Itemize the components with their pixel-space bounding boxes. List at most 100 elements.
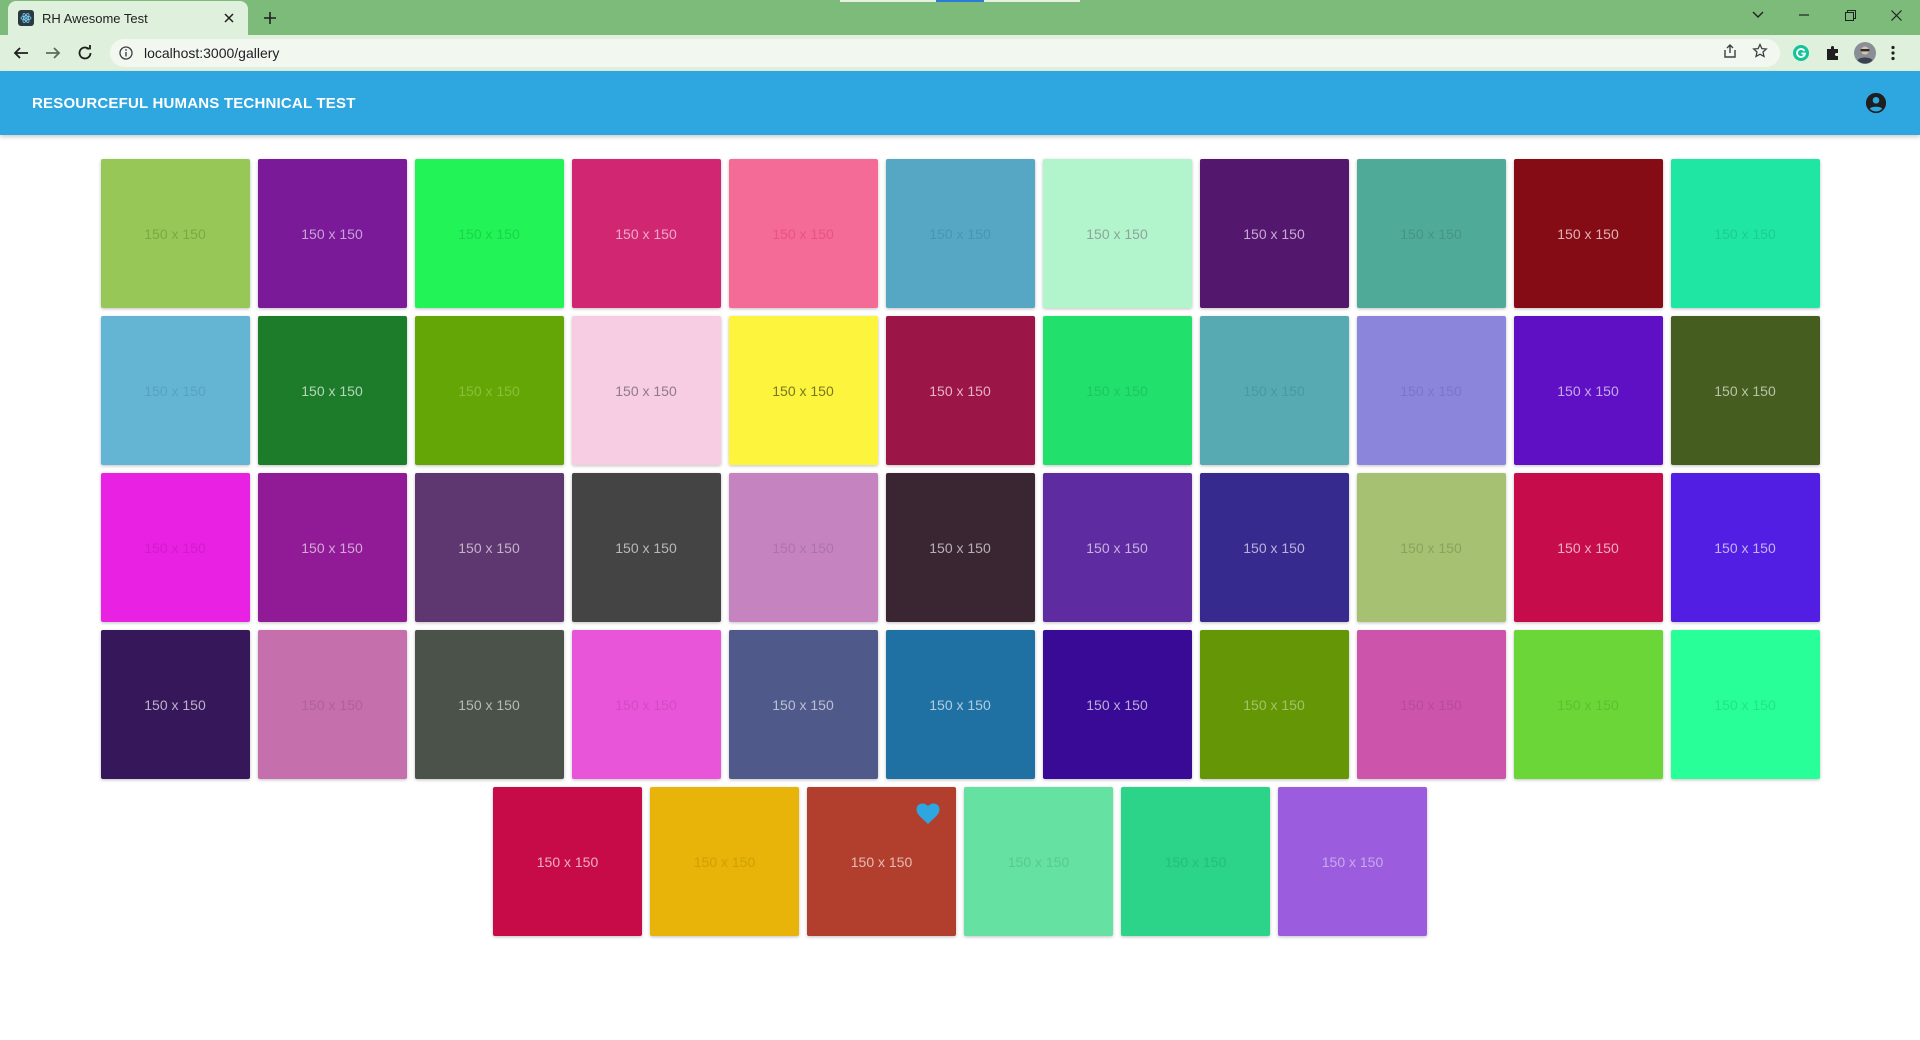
gallery-image-tile[interactable]: 150 x 150 (1513, 159, 1663, 308)
gallery-image-tile[interactable]: 150 x 150 (1042, 630, 1192, 779)
gallery-image-tile[interactable]: 150 x 150 (257, 316, 407, 465)
gallery-image-tile[interactable]: 150 x 150 (257, 159, 407, 308)
forward-arrow-icon[interactable] (40, 40, 66, 66)
close-window-icon[interactable] (1873, 0, 1919, 30)
gallery-image-tile[interactable]: 150 x 150 (100, 473, 250, 622)
gallery-image-tile[interactable]: 150 x 150 (1513, 630, 1663, 779)
account-circle-icon[interactable] (1862, 89, 1890, 117)
gallery-image-tile[interactable]: 150 x 150 (1042, 159, 1192, 308)
image-placeholder-label: 150 x 150 (929, 382, 991, 399)
tab-search-chevron-down-icon[interactable] (1735, 0, 1781, 30)
gallery-image-tile[interactable]: 150 x 150 (1121, 787, 1270, 936)
gallery-image-tile[interactable]: 150 x 150 (1199, 159, 1349, 308)
gallery-image-tile[interactable]: 150 x 150 (1513, 473, 1663, 622)
reload-icon[interactable] (72, 40, 98, 66)
image-placeholder-label: 150 x 150 (1243, 696, 1305, 713)
site-info-icon[interactable] (118, 45, 134, 61)
tab-title: RH Awesome Test (42, 10, 148, 26)
gallery-image-tile[interactable]: 150 x 150 (414, 316, 564, 465)
tab-strip-indicator-active (936, 0, 984, 2)
gallery-image-tile[interactable]: 150 x 150 (493, 787, 642, 936)
image-placeholder-label: 150 x 150 (1714, 539, 1776, 556)
new-tab-plus-icon[interactable] (258, 6, 282, 30)
browser-tab-active[interactable]: RH Awesome Test (8, 1, 248, 35)
image-placeholder-label: 150 x 150 (1086, 696, 1148, 713)
image-placeholder-label: 150 x 150 (772, 539, 834, 556)
gallery-image-tile[interactable]: 150 x 150 (571, 473, 721, 622)
image-placeholder-label: 150 x 150 (1714, 696, 1776, 713)
restore-window-icon[interactable] (1827, 0, 1873, 30)
gallery-image-tile[interactable]: 150 x 150 (571, 159, 721, 308)
close-tab-icon[interactable] (220, 9, 238, 27)
gallery-image-tile[interactable]: 150 x 150 (964, 787, 1113, 936)
gallery-image-tile[interactable]: 150 x 150 (414, 473, 564, 622)
gallery-image-tile[interactable]: 150 x 150 (100, 316, 250, 465)
gallery-image-tile[interactable]: 150 x 150 (414, 159, 564, 308)
gallery-image-tile[interactable]: 150 x 150 (1278, 787, 1427, 936)
gallery-image-tile[interactable]: 150 x 150 (1042, 316, 1192, 465)
image-placeholder-label: 150 x 150 (1007, 853, 1070, 870)
extensions-puzzle-icon[interactable] (1824, 40, 1842, 66)
gallery-image-tile[interactable]: 150 x 150 (257, 473, 407, 622)
gallery-image-tile[interactable]: 150 x 150 (885, 473, 1035, 622)
gallery-image-tile[interactable]: 150 x 150 (885, 630, 1035, 779)
gallery-image-tile[interactable]: 150 x 150 (257, 630, 407, 779)
gallery-image-tile[interactable]: 150 x 150 (650, 787, 799, 936)
image-placeholder-label: 150 x 150 (1400, 539, 1462, 556)
image-placeholder-label: 150 x 150 (850, 853, 913, 870)
gallery-image-tile[interactable]: 150 x 150 (1670, 316, 1820, 465)
gallery-image-tile[interactable]: 150 x 150 (1042, 473, 1192, 622)
image-placeholder-label: 150 x 150 (458, 382, 520, 399)
gallery-image-tile[interactable]: 150 x 150 (1199, 316, 1349, 465)
gallery-image-tile[interactable]: 150 x 150 (571, 630, 721, 779)
image-placeholder-label: 150 x 150 (1164, 853, 1227, 870)
image-placeholder-label: 150 x 150 (1086, 539, 1148, 556)
gallery-image-tile[interactable]: 150 x 150 (571, 316, 721, 465)
share-icon[interactable] (1722, 43, 1738, 64)
heart-icon[interactable] (916, 803, 940, 825)
image-placeholder-label: 150 x 150 (1321, 853, 1384, 870)
gallery-image-tile[interactable]: 150 x 150 (1356, 316, 1506, 465)
image-placeholder-label: 150 x 150 (615, 382, 677, 399)
gallery-image-tile[interactable]: 150 x 150 (414, 630, 564, 779)
image-placeholder-label: 150 x 150 (1557, 382, 1619, 399)
gallery-image-tile[interactable]: 150 x 150 (728, 316, 878, 465)
gallery-image-tile[interactable]: 150 x 150 (100, 630, 250, 779)
image-placeholder-label: 150 x 150 (144, 225, 206, 242)
image-gallery: 150 x 150 150 x 150 150 x 150 150 x 150 150 … (24, 159, 1896, 936)
image-placeholder-label: 150 x 150 (929, 225, 991, 242)
image-placeholder-label: 150 x 150 (615, 696, 677, 713)
gallery-image-tile[interactable]: 150 x 150 (1513, 316, 1663, 465)
gallery-image-tile[interactable]: 150 x 150 (1670, 159, 1820, 308)
gallery-image-tile[interactable]: 150 x 150 (1356, 473, 1506, 622)
image-placeholder-label: 150 x 150 (772, 382, 834, 399)
back-arrow-icon[interactable] (8, 40, 34, 66)
gallery-image-tile[interactable]: 150 x 150 (728, 630, 878, 779)
image-placeholder-label: 150 x 150 (301, 696, 363, 713)
image-placeholder-label: 150 x 150 (772, 225, 834, 242)
gallery-image-tile[interactable]: 150 x 150 (100, 159, 250, 308)
gallery-image-tile[interactable]: 150 x 150 (807, 787, 956, 936)
gallery-image-tile[interactable]: 150 x 150 (1356, 630, 1506, 779)
profile-avatar[interactable] (1854, 40, 1876, 66)
gallery-image-tile[interactable]: 150 x 150 (1199, 630, 1349, 779)
image-placeholder-label: 150 x 150 (1557, 696, 1619, 713)
grammarly-extension-icon[interactable] (1792, 40, 1810, 66)
gallery-image-tile[interactable]: 150 x 150 (1670, 630, 1820, 779)
bookmark-star-icon[interactable] (1752, 42, 1768, 64)
browser-menu-kebab-icon[interactable] (1890, 40, 1896, 66)
gallery-image-tile[interactable]: 150 x 150 (1199, 473, 1349, 622)
minimize-window-icon[interactable] (1781, 0, 1827, 30)
image-placeholder-label: 150 x 150 (144, 539, 206, 556)
gallery-image-tile[interactable]: 150 x 150 (1356, 159, 1506, 308)
image-placeholder-label: 150 x 150 (615, 225, 677, 242)
gallery-image-tile[interactable]: 150 x 150 (728, 159, 878, 308)
gallery-image-tile[interactable]: 150 x 150 (885, 316, 1035, 465)
gallery-image-tile[interactable]: 150 x 150 (1670, 473, 1820, 622)
address-bar[interactable]: localhost:3000/gallery (110, 39, 1780, 67)
gallery-image-tile[interactable]: 150 x 150 (885, 159, 1035, 308)
image-placeholder-label: 150 x 150 (615, 539, 677, 556)
gallery-image-tile[interactable]: 150 x 150 (728, 473, 878, 622)
image-placeholder-label: 150 x 150 (1086, 382, 1148, 399)
image-placeholder-label: 150 x 150 (1400, 225, 1462, 242)
